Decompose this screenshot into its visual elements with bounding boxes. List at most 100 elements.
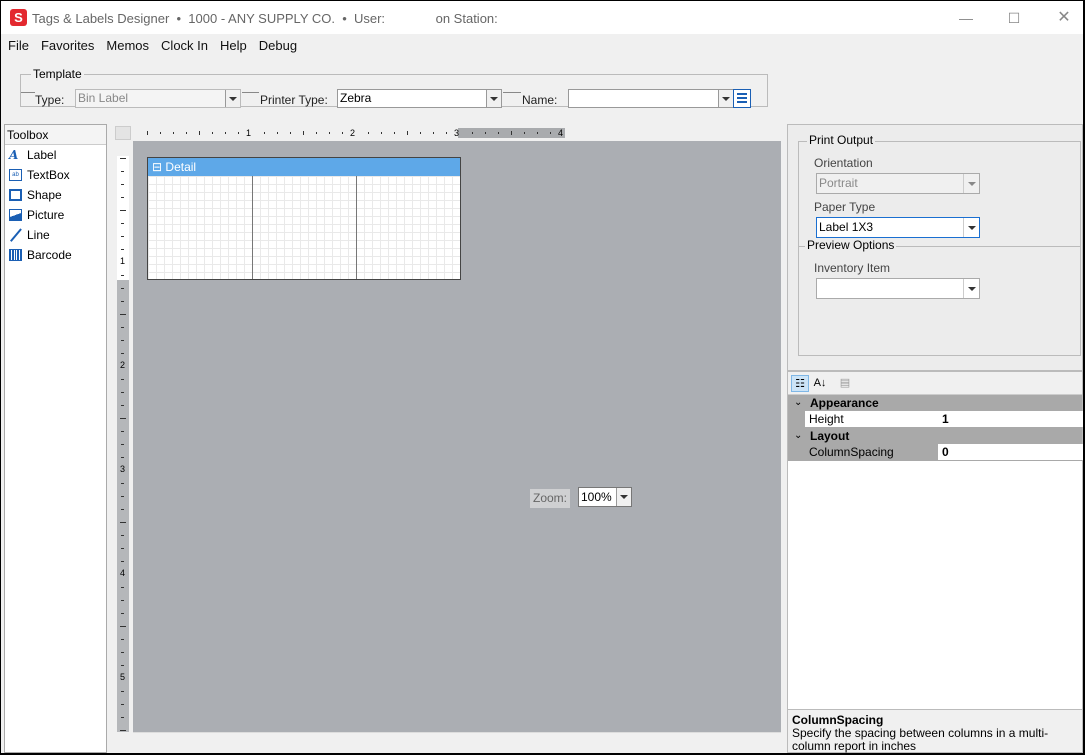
ruler-tick [121,665,124,666]
property-value-input[interactable]: 1 [939,411,1083,427]
property-row-columnspacing[interactable]: ColumnSpacing 0 [788,444,1083,461]
printer-type-select[interactable]: Zebra [337,89,502,108]
chevron-down-icon[interactable] [963,218,979,237]
ruler-tick [121,405,124,406]
ruler-tick [381,132,382,134]
chevron-down-icon[interactable]: ⌄ [794,395,802,411]
toolbox-item-text: Label [27,148,57,162]
categorized-view-icon[interactable]: ☷ [791,375,809,392]
paper-type-label: Paper Type [814,200,876,214]
toolbox-item-label[interactable]: A Label [5,145,106,165]
zoom-label: Zoom: [530,489,571,508]
chevron-down-icon[interactable] [718,90,733,107]
minimize-button[interactable]: — [943,5,989,31]
ruler-tick [121,184,124,185]
shape-icon [9,189,22,201]
toolbox-item-shape[interactable]: Shape [5,185,106,205]
ruler-tick [120,626,126,627]
property-pages-icon[interactable]: ▤ [836,375,854,392]
detail-band[interactable]: ⊟ Detail [147,157,461,280]
chevron-down-icon[interactable] [616,488,631,506]
close-button[interactable]: ✕ [1041,5,1083,31]
zoom-select[interactable]: 100% [578,487,632,507]
chevron-down-icon[interactable] [225,90,240,107]
maximize-button[interactable]: ☐ [991,5,1037,31]
chevron-down-icon[interactable]: ⌄ [794,428,802,444]
ruler-corner [115,126,131,140]
ruler-tick [368,132,369,134]
menu-help[interactable]: Help [214,36,253,56]
detail-band-grid[interactable] [148,176,460,279]
ruler-tick [120,730,126,731]
inventory-item-label: Inventory Item [814,261,891,275]
alphabetical-sort-icon[interactable]: A↓ [811,375,829,392]
orientation-label: Orientation [814,156,873,170]
type-value: Bin Label [78,91,129,105]
title-bar[interactable]: S Tags & Labels Designer • 1000 - ANY SU… [1,1,1083,34]
ruler-tick [121,496,124,497]
ruler-tick [485,132,486,134]
menu-clock-in[interactable]: Clock In [155,36,214,56]
property-row-height[interactable]: Height 1 [788,411,1083,428]
inventory-item-select[interactable] [816,278,980,299]
category-appearance[interactable]: ⌄ Appearance [788,395,1082,411]
toolbox-item-barcode[interactable]: Barcode [5,245,106,265]
horizontal-scrollbar[interactable] [133,732,781,753]
barcode-icon [9,249,22,261]
property-name-cell: Height [788,411,938,428]
category-layout[interactable]: ⌄ Layout [788,428,1082,444]
property-value-input[interactable]: 0 [939,444,1083,460]
ruler-tick [394,132,395,134]
property-name: ColumnSpacing [805,444,938,460]
line-icon [9,229,22,241]
toolbox-item-text: TextBox [27,168,70,182]
ruler-tick [120,314,126,315]
ruler-tick [316,132,317,134]
property-grid: ☷ A↓ ▤ ⌄ Appearance Height 1 ⌄ Layout Co… [787,371,1083,753]
chevron-down-icon[interactable] [963,279,979,298]
report-designer: 1 2 3 4 1 2 3 4 5 ⊟ Detail Zoom: 100% [113,124,782,753]
ruler-tick [290,132,291,134]
toolbox-item-text: Shape [27,188,62,202]
name-select[interactable] [568,89,734,108]
collapse-icon[interactable]: ⊟ [152,160,162,174]
field-underline [242,92,259,93]
property-description-text: Specify the spacing between columns in a… [792,726,1049,753]
toolbox-item-textbox[interactable]: ab TextBox [5,165,106,185]
ruler-number: 5 [120,672,126,682]
toolbox-item-picture[interactable]: Picture [5,205,106,225]
chevron-down-icon[interactable] [963,174,979,193]
ruler-number: 1 [120,256,126,266]
ruler-tick [524,132,525,134]
list-icon [737,101,747,103]
name-label: Name: [522,93,558,107]
toolbox-panel: Toolbox A Label ab TextBox Shape Picture… [4,124,107,753]
chevron-down-icon[interactable] [486,90,501,107]
list-icon [737,97,747,99]
menu-favorites[interactable]: Favorites [35,36,100,56]
detail-band-header[interactable]: ⊟ Detail [148,158,460,176]
paper-type-select[interactable]: Label 1X3 [816,217,980,238]
ruler-tick [121,236,124,237]
ruler-tick [420,132,421,134]
menu-debug[interactable]: Debug [253,36,303,56]
design-canvas[interactable]: ⊟ Detail Zoom: 100% [133,141,781,732]
ruler-tick [498,132,499,134]
ruler-tick [121,509,124,510]
menu-memos[interactable]: Memos [100,36,155,56]
ruler-tick [446,132,447,134]
ruler-number: 3 [454,128,460,138]
menu-file[interactable]: File [1,36,35,56]
field-underline [503,92,521,93]
template-list-button[interactable] [733,89,751,108]
ruler-tick [342,132,343,134]
orientation-select[interactable]: Portrait [816,173,980,194]
ruler-number: 4 [120,568,126,578]
type-select[interactable]: Bin Label [75,89,241,108]
category-name: Layout [810,429,850,443]
ruler-tick [277,132,278,134]
ruler-tick [264,132,265,134]
print-output-legend: Print Output [807,133,876,147]
zoom-value: 100% [581,490,612,504]
toolbox-item-line[interactable]: Line [5,225,106,245]
